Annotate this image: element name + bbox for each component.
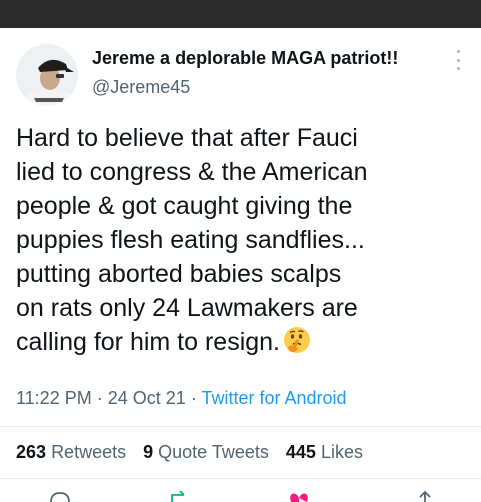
tweet-text-line: puppies flesh eating sandflies... bbox=[16, 226, 365, 254]
tweet-text-line: putting aborted babies scalps bbox=[16, 260, 342, 288]
avatar-image bbox=[16, 44, 78, 106]
quote-tweets-count: 9 bbox=[143, 442, 154, 462]
more-options-icon[interactable] bbox=[455, 50, 461, 70]
meta-separator: · bbox=[190, 388, 197, 408]
retweets-label: Retweets bbox=[51, 442, 127, 462]
tweet-source-link[interactable]: Twitter for Android bbox=[202, 388, 347, 408]
tweet-text: Hard to believe that after Fauci lied to… bbox=[16, 121, 471, 359]
tweet-text-line: Hard to believe that after Fauci bbox=[16, 124, 358, 152]
retweets-stat[interactable]: 263 Retweets bbox=[16, 442, 126, 462]
retweet-icon[interactable] bbox=[166, 490, 192, 502]
meta-separator: · bbox=[96, 388, 103, 408]
like-icon[interactable] bbox=[286, 490, 312, 502]
status-bar bbox=[0, 0, 481, 28]
tweet-time[interactable]: 11:22 PM bbox=[16, 388, 92, 408]
quote-tweets-stat[interactable]: 9 Quote Tweets bbox=[143, 442, 269, 462]
tweet-stats: 263 Retweets 9 Quote Tweets 445 Likes bbox=[16, 442, 375, 463]
tweet-text-line: calling for him to resign. bbox=[16, 328, 281, 356]
tweet-date[interactable]: 24 Oct 21 bbox=[108, 388, 186, 408]
divider bbox=[0, 478, 481, 479]
likes-label: Likes bbox=[320, 442, 363, 462]
author-name[interactable]: Jereme a deplorable MAGA patriot!! bbox=[92, 48, 398, 69]
tweet-meta: 11:22 PM · 24 Oct 21 · Twitter for Andro… bbox=[16, 388, 347, 409]
retweets-count: 263 bbox=[16, 442, 47, 462]
likes-stat[interactable]: 445 Likes bbox=[286, 442, 363, 462]
author-handle[interactable]: @Jereme45 bbox=[92, 77, 190, 98]
likes-count: 445 bbox=[285, 442, 316, 462]
tweet-text-line-last: calling for him to resign. bbox=[16, 325, 471, 359]
tweet-text-line: lied to congress & the American bbox=[16, 158, 368, 186]
reply-icon[interactable] bbox=[48, 490, 72, 502]
tweet-text-line: on rats only 24 Lawmakers are bbox=[16, 294, 358, 322]
avatar[interactable] bbox=[16, 44, 78, 106]
divider bbox=[0, 426, 481, 427]
tweet-text-line: people & got caught giving the bbox=[16, 192, 353, 220]
thinking-face-icon bbox=[284, 327, 311, 353]
share-icon[interactable] bbox=[414, 490, 436, 502]
quote-tweets-label: Quote Tweets bbox=[158, 442, 269, 462]
